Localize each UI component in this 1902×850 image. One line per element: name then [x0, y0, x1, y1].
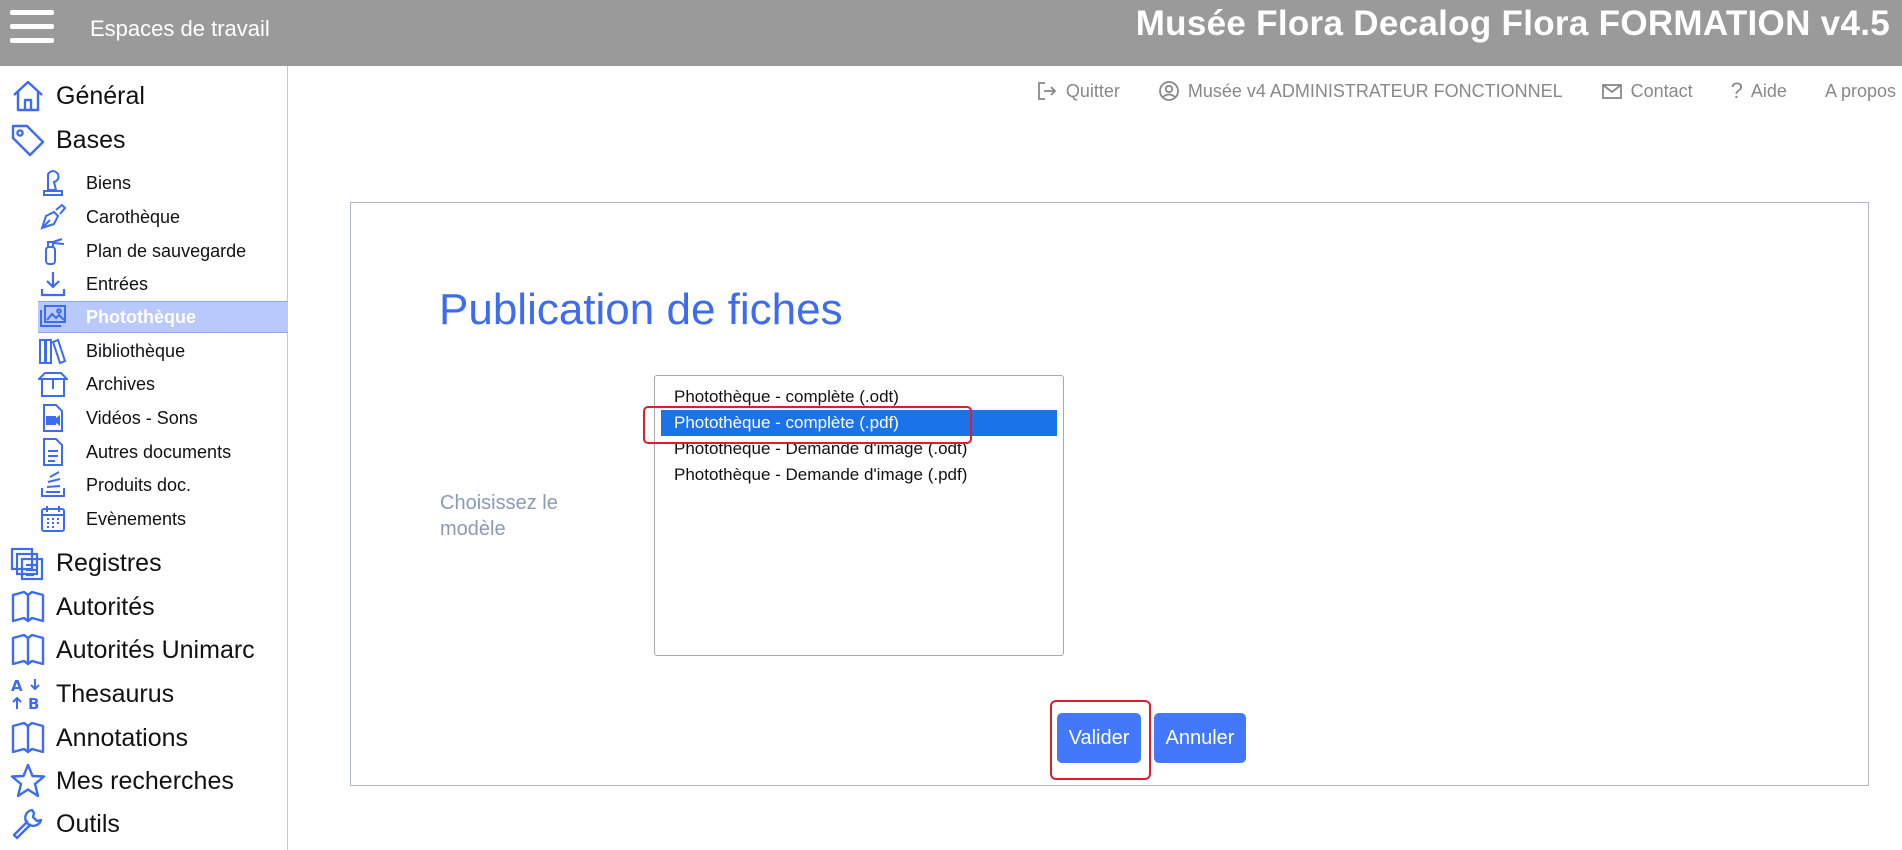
- sidebar-item-produits-doc[interactable]: Produits doc.: [38, 469, 288, 501]
- publication-panel: Publication de fiches Choisissez le modè…: [350, 202, 1869, 786]
- sidebar-item-label: Autorités: [56, 592, 155, 621]
- model-label: Choisissez le modèle: [440, 492, 558, 540]
- star-icon: [10, 763, 46, 799]
- model-listbox[interactable]: Photothèque - complète (.odt) Photothèqu…: [654, 375, 1064, 656]
- user-link[interactable]: Musée v4 ADMINISTRATEUR FONCTIONNEL: [1158, 80, 1563, 102]
- sidebar-item-label: Produits doc.: [86, 474, 192, 495]
- sidebar-item-label: Biens: [86, 172, 132, 193]
- thesaurus-icon: AB: [10, 676, 46, 712]
- sidebar-item-carotheque[interactable]: Carothèque: [38, 201, 288, 233]
- model-option[interactable]: Photothèque - complète (.odt): [661, 384, 1057, 410]
- sidebar-item-label: Thesaurus: [56, 679, 175, 708]
- envelope-icon: [1601, 80, 1623, 102]
- sidebar-item-entrees[interactable]: Entrées: [38, 268, 288, 300]
- sidebar-item-label: Mes recherches: [56, 766, 234, 795]
- sidebar-item-general[interactable]: Général: [10, 76, 145, 116]
- sidebar-item-label: Entrées: [86, 273, 149, 294]
- sidebar-item-thesaurus[interactable]: AB Thesaurus: [10, 674, 174, 714]
- model-option[interactable]: Photothèque - Demande d'image (.odt): [661, 436, 1057, 462]
- sidebar-item-label: Autres documents: [86, 441, 232, 462]
- document-icon: [38, 437, 68, 467]
- sidebar-item-label: Photothèque: [86, 306, 196, 327]
- sidebar-item-label: Carothèque: [86, 206, 181, 227]
- book-icon: [10, 632, 46, 668]
- sidebar-item-label: Bases: [56, 125, 126, 154]
- stack-icon: [38, 470, 68, 500]
- sidebar-item-bases[interactable]: Bases: [10, 120, 125, 160]
- about-label: A propos: [1824, 80, 1896, 101]
- sidebar-item-videos-sons[interactable]: Vidéos - Sons: [38, 402, 288, 434]
- user-label: Musée v4 ADMINISTRATEUR FONCTIONNEL: [1187, 80, 1563, 101]
- fire-extinguisher-icon: [38, 236, 68, 266]
- sidebar-item-label: Vidéos - Sons: [86, 407, 198, 428]
- sidebar-item-phototheque[interactable]: Photothèque: [38, 301, 288, 333]
- sidebar-item-biens[interactable]: Biens: [38, 167, 288, 199]
- workspaces-link[interactable]: Espaces de travail: [90, 16, 270, 42]
- sidebar-item-registres[interactable]: Registres: [10, 543, 162, 583]
- images-icon: [38, 302, 68, 332]
- sidebar-item-label: Plan de sauvegarde: [86, 240, 247, 261]
- sidebar-item-label: Registres: [56, 548, 162, 577]
- wrench-icon: [10, 806, 46, 842]
- box-icon: [38, 369, 68, 399]
- model-option[interactable]: Photothèque - Demande d'image (.pdf): [661, 462, 1057, 488]
- sidebar-item-label: Outils: [56, 809, 120, 838]
- contact-label: Contact: [1630, 80, 1693, 101]
- book-icon: [10, 589, 46, 625]
- sidebar-item-label: Bibliothèque: [86, 340, 186, 361]
- quit-link[interactable]: Quitter: [1036, 80, 1120, 102]
- page-title: Publication de fiches: [439, 285, 843, 334]
- sidebar-item-label: Autorités Unimarc: [56, 635, 255, 664]
- about-link[interactable]: A propos: [1825, 81, 1896, 102]
- app-title: Musée Flora Decalog Flora FORMATION v4.5: [1135, 4, 1890, 43]
- help-label: Aide: [1750, 80, 1787, 101]
- logout-icon: [1036, 80, 1058, 102]
- sidebar-item-label: Archives: [86, 373, 156, 394]
- sidebar-item-archives[interactable]: Archives: [38, 368, 288, 400]
- top-bar: Espaces de travail Musée Flora Decalog F…: [0, 0, 1902, 66]
- model-option-selected[interactable]: Photothèque - complète (.pdf): [661, 410, 1057, 436]
- quit-label: Quitter: [1065, 80, 1120, 101]
- utility-bar: Quitter Musée v4 ADMINISTRATEUR FONCTION…: [1036, 78, 1896, 104]
- sidebar-item-evenements[interactable]: Evènements: [38, 503, 288, 535]
- download-icon: [38, 269, 68, 299]
- question-icon: ?: [1730, 78, 1743, 103]
- sidebar: Général Bases Biens Carothèque Plan de s…: [0, 66, 288, 850]
- chess-piece-icon: [38, 168, 68, 198]
- svg-text:B: B: [28, 695, 39, 712]
- sidebar-item-bibliotheque[interactable]: Bibliothèque: [38, 335, 288, 367]
- sidebar-item-autorites[interactable]: Autorités: [10, 587, 155, 627]
- tag-icon: [10, 122, 46, 158]
- user-circle-icon: [1158, 80, 1180, 102]
- sidebar-item-label: Evènements: [86, 508, 187, 529]
- registers-icon: [10, 545, 46, 581]
- sidebar-item-annotations[interactable]: Annotations: [10, 718, 188, 758]
- book-icon: [10, 720, 46, 756]
- sidebar-item-outils[interactable]: Outils: [10, 804, 120, 844]
- sidebar-item-mes-recherches[interactable]: Mes recherches: [10, 761, 234, 801]
- contact-link[interactable]: Contact: [1601, 80, 1693, 102]
- svg-text:A: A: [11, 677, 23, 695]
- sidebar-item-label: Général: [56, 81, 145, 110]
- sidebar-item-label: Annotations: [56, 723, 189, 752]
- calendar-icon: [38, 504, 68, 534]
- home-icon: [10, 78, 46, 114]
- sidebar-item-plan-de-sauvegarde[interactable]: Plan de sauvegarde: [38, 235, 288, 267]
- books-icon: [38, 336, 68, 366]
- sidebar-item-autorites-unimarc[interactable]: Autorités Unimarc: [10, 630, 255, 670]
- sidebar-item-autres-documents[interactable]: Autres documents: [38, 436, 288, 468]
- menu-icon[interactable]: [10, 6, 54, 50]
- pen-nib-icon: [38, 202, 68, 232]
- cancel-button[interactable]: Annuler: [1154, 713, 1246, 763]
- video-file-icon: [38, 403, 68, 433]
- validate-button[interactable]: Valider: [1057, 713, 1141, 763]
- help-link[interactable]: ? Aide: [1731, 78, 1787, 104]
